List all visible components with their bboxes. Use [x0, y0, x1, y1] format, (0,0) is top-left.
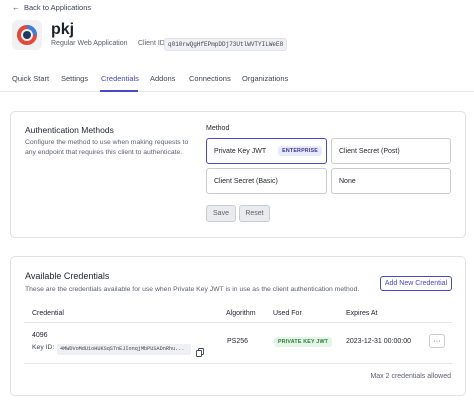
reset-button[interactable]: Reset: [239, 205, 270, 222]
save-button[interactable]: Save: [206, 205, 236, 222]
method-private-key-jwt[interactable]: Private Key JWT ENTERPRISE: [206, 138, 327, 164]
method-option-label: Client Secret (Basic): [214, 177, 278, 185]
column-header-used-for: Used For: [273, 310, 302, 317]
max-credentials-note: Max 2 credentials allowed: [370, 373, 451, 380]
method-option-label: None: [339, 177, 356, 185]
back-link-label: Back to Applications: [24, 3, 92, 12]
column-header-algorithm: Algorithm: [226, 310, 256, 317]
method-client-secret-basic[interactable]: Client Secret (Basic): [206, 168, 327, 194]
expires-at-value: 2023-12-31 00:00:00: [346, 338, 411, 345]
app-logo: [12, 20, 42, 50]
tab-quick-start[interactable]: Quick Start: [12, 74, 49, 83]
copy-icon[interactable]: [196, 344, 204, 357]
arrow-left-icon: ←: [12, 3, 20, 12]
app-type: Regular Web Application: [51, 40, 128, 47]
method-option-label: Private Key JWT: [214, 147, 267, 155]
client-id-value[interactable]: q010rwQgHfEPmpDDj73UtlWVTYILWeE8: [164, 38, 288, 51]
active-tab-indicator: [100, 90, 138, 92]
column-header-expires-at: Expires At: [346, 310, 378, 317]
client-id-label: Client ID: [138, 40, 165, 47]
tab-bar: Quick Start Settings Credentials Addons …: [0, 68, 474, 92]
tab-organizations[interactable]: Organizations: [242, 74, 288, 83]
app-logo-icon: [17, 25, 37, 45]
auth-methods-description: Configure the method to use when making …: [25, 139, 189, 156]
credential-name: 4096: [32, 332, 48, 339]
table-row: 4096 Key ID: 4MWDVoMdU1oHUKSqSTnEJIonqjM…: [24, 323, 452, 363]
app-name: pkj: [51, 21, 75, 38]
tab-connections[interactable]: Connections: [189, 74, 231, 83]
column-header-credential: Credential: [32, 310, 64, 317]
tab-addons[interactable]: Addons: [150, 74, 175, 83]
used-for-badge: PRIVATE KEY JWT: [274, 337, 333, 347]
key-id-value: 4MWDVoMdU1oHUKSqSTnEJIonqjMbPUSADnRhu...: [57, 344, 191, 355]
add-new-credential-button[interactable]: Add New Credential: [380, 276, 452, 291]
tab-credentials[interactable]: Credentials: [101, 74, 139, 83]
method-label: Method: [206, 125, 230, 132]
more-options-icon[interactable]: ···: [429, 334, 445, 348]
method-client-secret-post[interactable]: Client Secret (Post): [331, 138, 451, 164]
credentials-description: These are the credentials available for …: [25, 286, 360, 293]
method-option-label: Client Secret (Post): [339, 147, 400, 155]
method-none[interactable]: None: [331, 168, 451, 194]
back-link[interactable]: ← Back to Applications: [12, 3, 91, 12]
auth-methods-title: Authentication Methods: [25, 125, 114, 135]
table-divider: [24, 363, 452, 364]
key-id-label: Key ID:: [32, 344, 55, 351]
algorithm-value: PS256: [227, 338, 249, 345]
tab-settings[interactable]: Settings: [61, 74, 88, 83]
credentials-title: Available Credentials: [25, 271, 110, 281]
enterprise-badge: ENTERPRISE: [278, 146, 322, 156]
